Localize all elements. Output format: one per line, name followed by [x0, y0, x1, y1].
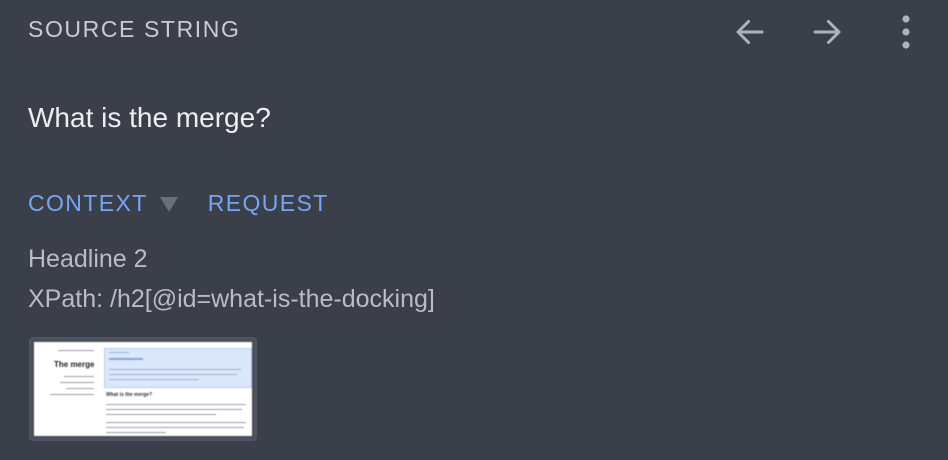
thumbnail-line: [109, 369, 241, 370]
caret-down-icon[interactable]: [159, 197, 178, 212]
source-string-text: What is the merge?: [28, 102, 271, 133]
thumbnail-sidebar-line: [66, 388, 94, 389]
thumbnail-line: [106, 409, 242, 410]
thumbnail-highlight-box: [104, 348, 252, 388]
thumbnail-line: [106, 414, 216, 415]
thumbnail-line: [109, 374, 237, 375]
thumbnail-sidebar-line: [50, 394, 94, 395]
thumbnail-line: [109, 352, 129, 353]
arrow-right-icon: [809, 14, 845, 50]
context-element-type: Headline 2: [28, 245, 148, 273]
thumbnail-line: [106, 404, 246, 405]
thumbnail-nav-line: [58, 350, 94, 351]
thumbnail-page-title: The merge: [54, 360, 95, 369]
tab-request[interactable]: REQUEST: [208, 190, 329, 217]
context-screenshot-thumbnail[interactable]: The merge What is the merge?: [29, 337, 257, 441]
thumbnail-image: The merge What is the merge?: [34, 342, 252, 436]
thumbnail-line: [106, 427, 244, 428]
thumbnail-line: [109, 379, 199, 380]
more-options-button[interactable]: [884, 10, 928, 54]
thumbnail-sidebar-line: [64, 376, 94, 377]
thumbnail-sidebar-line: [60, 382, 94, 383]
next-button[interactable]: [805, 10, 849, 54]
thumbnail-section-heading: What is the merge?: [106, 392, 153, 398]
source-string-panel: SOURCE STRING What is the merge? CONTEXT…: [0, 0, 948, 460]
tab-context[interactable]: CONTEXT: [28, 190, 148, 217]
thumbnail-line: [109, 358, 143, 360]
thumbnail-line: [106, 432, 166, 433]
more-vertical-icon: [901, 15, 911, 49]
context-xpath: XPath: /h2[@id=what-is-the-docking]: [28, 285, 435, 313]
thumbnail-line: [106, 422, 246, 423]
previous-button[interactable]: [728, 10, 772, 54]
arrow-left-icon: [732, 14, 768, 50]
panel-title: SOURCE STRING: [28, 16, 241, 42]
context-tabs: CONTEXT REQUEST: [28, 190, 329, 217]
